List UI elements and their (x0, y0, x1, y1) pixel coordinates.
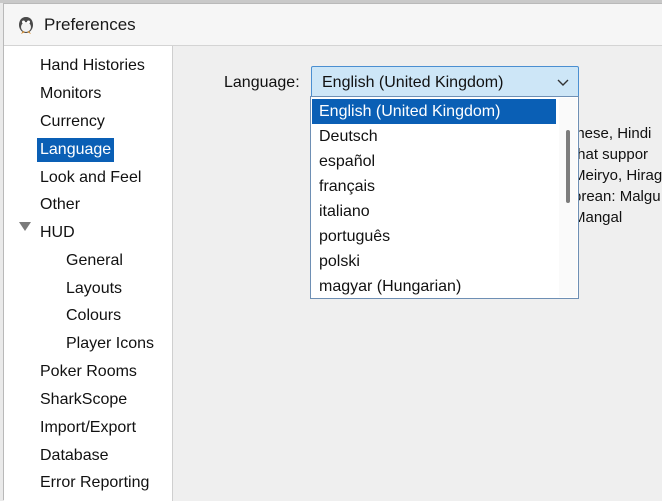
sidebar-item-hud-colours[interactable]: Colours (63, 304, 124, 328)
sidebar: Hand Histories Monitors Currency Languag… (4, 46, 173, 501)
language-option[interactable]: polski (312, 249, 556, 274)
sidebar-item-database[interactable]: Database (37, 444, 112, 468)
fish-icon (19, 17, 33, 34)
language-combo[interactable]: English (United Kingdom) (311, 66, 579, 99)
font-info-text-4: orean: Malgu (573, 188, 661, 205)
language-option[interactable]: Deutsch (312, 124, 556, 149)
sidebar-item-look-and-feel[interactable]: Look and Feel (37, 166, 144, 190)
font-info-text-5: Mangal (573, 209, 623, 226)
title-bar: Preferences (4, 4, 662, 46)
language-label: Language: (224, 74, 300, 91)
sidebar-item-error-reporting[interactable]: Error Reporting (37, 471, 152, 495)
sidebar-item-hud-player-icons[interactable]: Player Icons (63, 332, 157, 356)
sidebar-item-currency[interactable]: Currency (37, 110, 108, 134)
language-dropdown-list[interactable]: English (United Kingdom) Deutsch español… (310, 96, 579, 299)
sidebar-item-hand-histories[interactable]: Hand Histories (37, 54, 148, 78)
chevron-down-icon (557, 79, 569, 86)
sidebar-item-import-export[interactable]: Import/Export (37, 416, 139, 440)
triangle-down-icon[interactable] (19, 222, 31, 231)
window-title: Preferences (44, 15, 136, 34)
sidebar-item-monitors[interactable]: Monitors (37, 82, 104, 106)
language-option[interactable]: français (312, 174, 556, 199)
dropdown-scroll-thumb[interactable] (566, 130, 570, 203)
language-combo-value: English (United Kingdom) (322, 74, 504, 91)
language-option[interactable]: español (312, 149, 556, 174)
language-option[interactable]: português (312, 224, 556, 249)
sidebar-item-sharkscope[interactable]: SharkScope (37, 388, 130, 412)
font-info-text-1: inese, Hindi (573, 125, 652, 142)
font-info-text-3: Meiryo, Hirag (573, 167, 662, 184)
sidebar-item-hud-general[interactable]: General (63, 249, 126, 273)
sidebar-item-language[interactable]: Language (37, 138, 115, 162)
sidebar-item-hud-layouts[interactable]: Layouts (63, 277, 125, 301)
language-option[interactable]: magyar (Hungarian) (312, 274, 556, 298)
font-info-text-2: that suppor (573, 146, 649, 163)
language-option[interactable]: italiano (312, 199, 556, 224)
language-option[interactable]: English (United Kingdom) (312, 99, 556, 124)
sidebar-item-poker-rooms[interactable]: Poker Rooms (37, 360, 140, 384)
sidebar-item-other[interactable]: Other (37, 193, 83, 217)
sidebar-item-hud[interactable]: HUD (37, 221, 78, 245)
dropdown-scrollbar[interactable] (559, 98, 577, 297)
